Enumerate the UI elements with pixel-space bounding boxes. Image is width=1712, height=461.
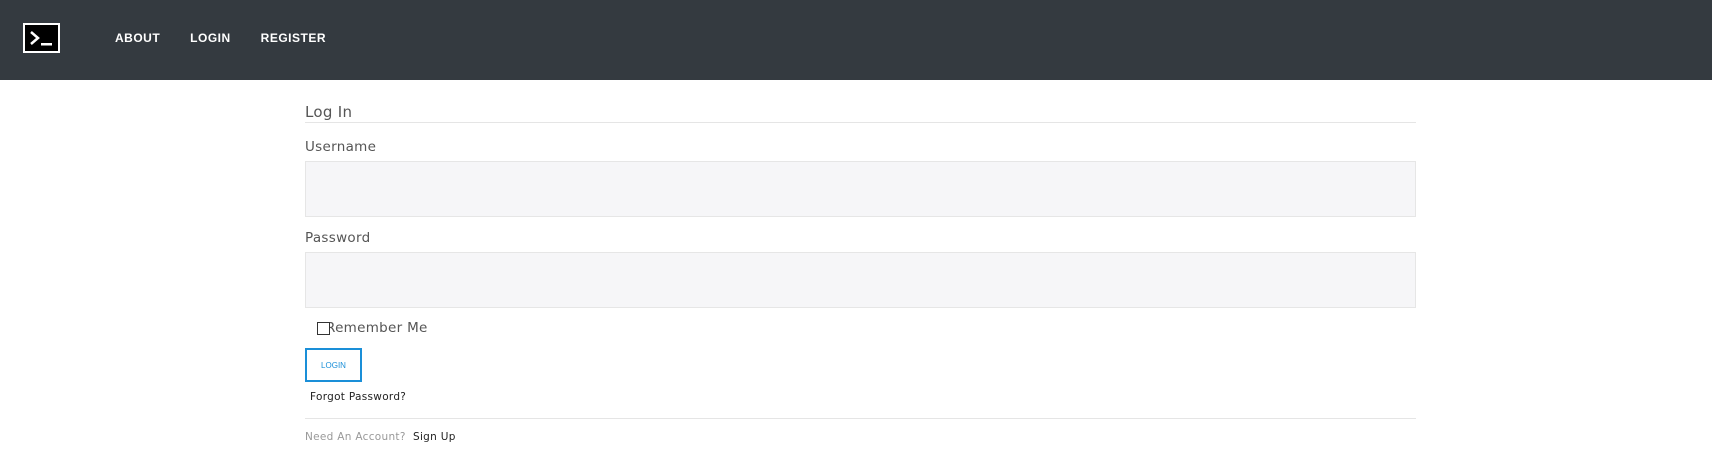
login-button[interactable]: LOGIN: [305, 348, 362, 382]
navbar: ABOUT LOGIN REGISTER: [0, 0, 1712, 80]
footer-divider: [305, 418, 1416, 419]
nav-link-register[interactable]: REGISTER: [261, 31, 326, 45]
password-label: Password: [305, 230, 371, 246]
remember-me-checkbox[interactable]: [317, 321, 330, 335]
need-account-text: Need An Account?: [305, 431, 406, 443]
remember-me: Remember Me: [317, 320, 428, 336]
username-input[interactable]: [305, 161, 1416, 217]
nav-link-login[interactable]: LOGIN: [190, 31, 231, 45]
form-legend: Log In: [305, 103, 353, 121]
signup-link[interactable]: Sign Up: [413, 431, 456, 443]
forgot-password-link[interactable]: Forgot Password?: [310, 391, 406, 403]
nav-link-about[interactable]: ABOUT: [115, 31, 160, 45]
nav-links: ABOUT LOGIN REGISTER: [115, 31, 356, 45]
username-label: Username: [305, 139, 377, 155]
legend-divider: [305, 122, 1416, 123]
terminal-icon[interactable]: [23, 23, 60, 53]
remember-me-label[interactable]: Remember Me: [326, 320, 428, 336]
password-input[interactable]: [305, 252, 1416, 308]
